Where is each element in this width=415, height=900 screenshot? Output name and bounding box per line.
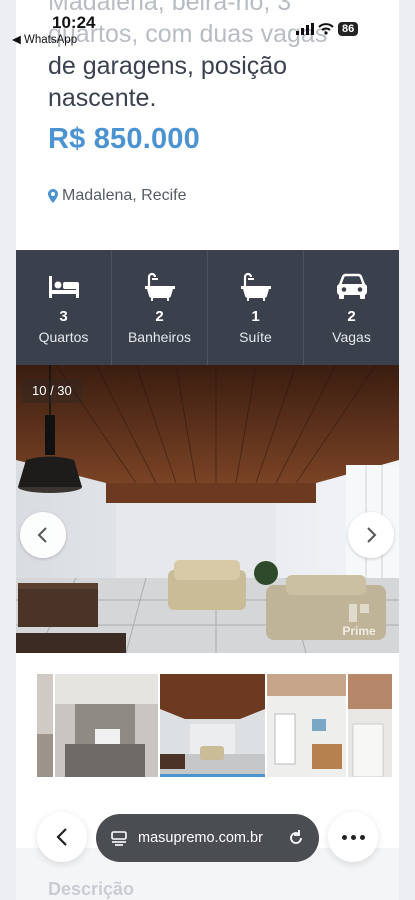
feature-vagas: 2 Vagas (304, 250, 399, 365)
bathtub-icon (240, 272, 271, 301)
prime-watermark-text: Prime (342, 624, 376, 638)
prime-logo-icon (349, 604, 369, 622)
thumbnail-image (54, 674, 159, 777)
description-heading: Descrição (48, 879, 135, 899)
feature-label: Suíte (239, 329, 272, 345)
thumbnail-image (37, 674, 53, 777)
reload-icon[interactable] (287, 829, 305, 847)
chevron-left-icon (56, 828, 67, 846)
feature-label: Vagas (332, 329, 371, 345)
bed-icon (48, 276, 79, 298)
car-icon (336, 273, 367, 299)
wifi-icon (318, 23, 334, 35)
gallery-counter: 10 / 30 (22, 379, 82, 403)
browser-url-text: masupremo.com.br (138, 830, 263, 846)
map-pin-icon (48, 189, 58, 203)
more-dot (350, 834, 356, 840)
feature-value: 2 (347, 308, 356, 325)
features-bar: 3 Quartos 2 Banheiros 1 Suíte 2 Vagas (16, 250, 399, 365)
battery-level: 86 (338, 22, 359, 36)
status-back-to-app[interactable]: ◀ WhatsApp (12, 32, 77, 46)
gallery-thumbnail-active[interactable] (160, 674, 265, 777)
feature-suite: 1 Suíte (208, 250, 304, 365)
more-dot (359, 834, 365, 840)
chevron-left-icon (37, 527, 47, 543)
prime-watermark: Prime (333, 582, 385, 638)
gallery-thumbnail[interactable] (54, 674, 159, 777)
gallery-thumbnail[interactable] (37, 674, 53, 777)
feature-banheiros: 2 Banheiros (112, 250, 208, 365)
feature-value: 3 (59, 308, 68, 325)
browser-url-bar[interactable]: masupremo.com.br (96, 814, 319, 862)
status-icons: 86 (296, 22, 359, 36)
listing-location: Madalena, Recife (48, 187, 187, 205)
tabs-icon (111, 831, 127, 846)
browser-back-button[interactable] (37, 812, 87, 862)
title-line-4: nascente. (48, 84, 157, 112)
signal-icon (296, 23, 314, 35)
thumbnail-image (266, 674, 347, 777)
gallery-thumbnails (37, 674, 392, 777)
gallery-thumbnail[interactable] (348, 674, 392, 777)
feature-label: Banheiros (127, 329, 192, 345)
gallery-prev-button[interactable] (20, 512, 66, 558)
listing-title: Madalena, beira-rio, 3 quartos, com duas… (48, 0, 378, 114)
feature-label: Quartos (38, 329, 89, 345)
thumbnail-image (348, 674, 392, 777)
title-line-3: de garagens, posição (48, 52, 288, 80)
feature-value: 2 (155, 308, 164, 325)
browser-more-button[interactable] (328, 812, 378, 862)
gallery-thumbnail[interactable] (266, 674, 347, 777)
status-time: 10:24 (52, 13, 96, 32)
feature-quartos: 3 Quartos (16, 250, 112, 365)
more-dot (341, 834, 347, 840)
title-line-1: Madalena, beira-rio, 3 (48, 0, 292, 16)
gallery-next-button[interactable] (348, 512, 394, 558)
thumbnail-image (160, 674, 265, 777)
chevron-right-icon (367, 527, 377, 543)
location-text: Madalena, Recife (62, 187, 187, 204)
feature-value: 1 (251, 308, 260, 325)
listing-price: R$ 850.000 (48, 123, 200, 155)
bathtub-icon (144, 272, 175, 301)
